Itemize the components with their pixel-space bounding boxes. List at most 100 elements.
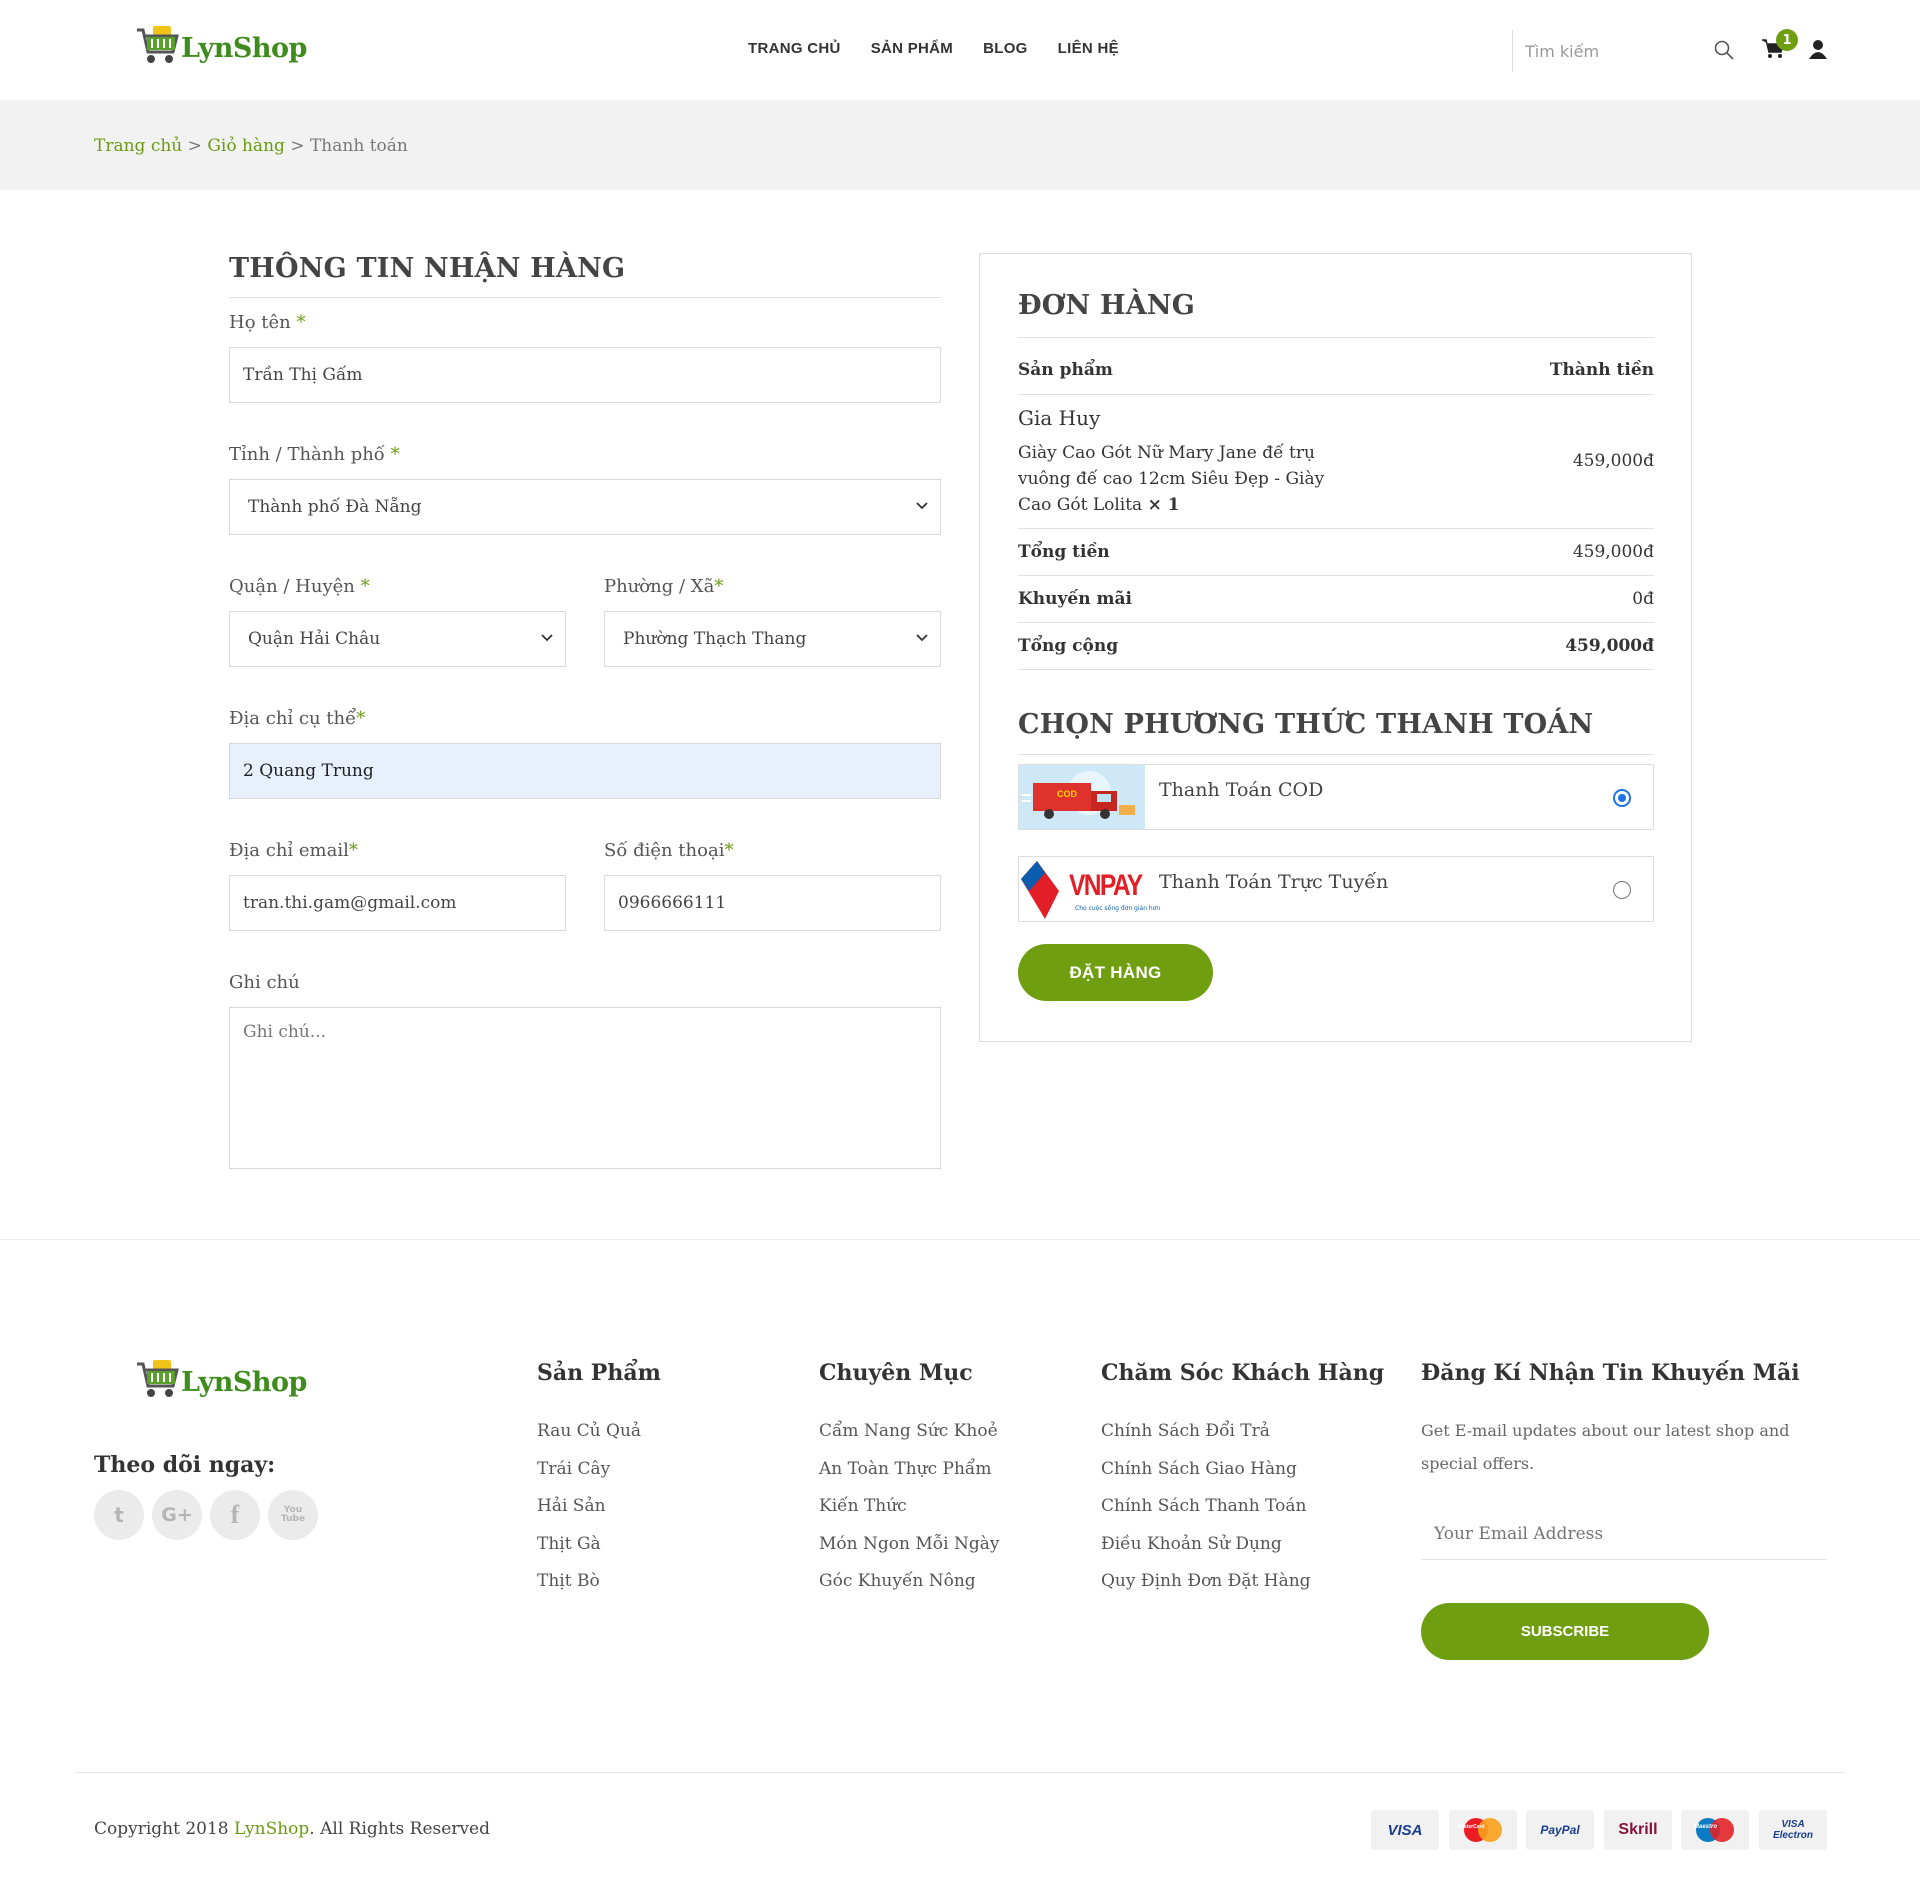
mastercard-icon: MasterCard (1449, 1810, 1517, 1850)
email-label: Địa chỉ email* (229, 840, 358, 861)
total-label: Tổng cộng (1018, 636, 1119, 656)
footer-link[interactable]: Hải Sản (537, 1488, 641, 1526)
vnpay-logo: VNPAY Cho cuộc sống đơn giản hơn (1019, 857, 1160, 921)
city-label: Tỉnh / Thành phố * (229, 444, 400, 465)
footer-link[interactable]: Chính Sách Giao Hàng (1101, 1451, 1311, 1489)
site-header: LynShop TRANG CHỦ SẢN PHẨM BLOG LIÊN HỆ … (0, 0, 1920, 100)
footer-link[interactable]: Chính Sách Đổi Trả (1101, 1413, 1311, 1451)
nav-blog[interactable]: BLOG (983, 40, 1028, 57)
phone-field[interactable]: 0966666111 (604, 875, 941, 931)
footer-link[interactable]: Góc Khuyến Nông (819, 1563, 999, 1601)
visa-electron-icon: VISA Electron (1759, 1810, 1827, 1850)
name-field[interactable]: Trần Thị Gấm (229, 347, 941, 403)
footer-col2-title: Chuyên Mục (819, 1360, 973, 1386)
item-price: 459,000đ (1572, 451, 1654, 471)
footer-link[interactable]: Thịt Bò (537, 1563, 641, 1601)
customer-name: Gia Huy (1018, 406, 1101, 430)
name-label: Họ tên * (229, 312, 306, 333)
nav-contact[interactable]: LIÊN HỆ (1058, 40, 1119, 57)
payment-online-label: Thanh Toán Trực Tuyến (1159, 871, 1389, 893)
footer-link[interactable]: Điều Khoản Sử Dụng (1101, 1526, 1311, 1564)
footer-link[interactable]: Chính Sách Thanh Toán (1101, 1488, 1311, 1526)
footer-logo[interactable]: LynShop (135, 1358, 307, 1398)
youtube-icon[interactable]: You Tube (268, 1490, 318, 1540)
breadcrumb-sep: > (182, 136, 208, 156)
address-label: Địa chỉ cụ thể* (229, 708, 366, 729)
paypal-icon: PayPal (1526, 1810, 1594, 1850)
copyright-brand-link[interactable]: LynShop (234, 1819, 309, 1839)
ward-select[interactable]: Phường Thạch Thang (604, 611, 941, 667)
cod-truck-icon: COD (1019, 765, 1145, 829)
search-icon[interactable] (1714, 40, 1734, 65)
copyright: Copyright 2018 LynShop. All Rights Reser… (94, 1819, 491, 1839)
google-plus-icon[interactable]: G+ (152, 1490, 202, 1540)
main-nav: TRANG CHỦ SẢN PHẨM BLOG LIÊN HỆ (748, 40, 1119, 57)
item-description: Giày Cao Gót Nữ Mary Jane đế trụ vuông đ… (1018, 443, 1325, 515)
shipping-title: THÔNG TIN NHẬN HÀNG (229, 253, 626, 284)
footer-link[interactable]: Quy Định Đơn Đặt Hàng (1101, 1563, 1311, 1601)
chevron-down-icon (916, 502, 928, 510)
newsletter-email-input[interactable] (1421, 1508, 1827, 1560)
note-textarea[interactable] (229, 1007, 941, 1169)
breadcrumb: Trang chủ > Giỏ hàng > Thanh toán (94, 136, 408, 156)
maestro-icon: Maestro (1681, 1810, 1749, 1850)
footer-divider (0, 1239, 1920, 1240)
col-product-header: Sản phẩm (1018, 360, 1113, 380)
discount-value: 0đ (1632, 589, 1654, 609)
title-divider (229, 297, 941, 298)
payment-online-radio[interactable] (1613, 881, 1631, 899)
logo-cart-icon (135, 24, 179, 64)
divider (1018, 528, 1654, 529)
vnpay-tagline: Cho cuộc sống đơn giản hơn (1075, 905, 1161, 912)
chevron-down-icon (541, 634, 553, 642)
nav-home[interactable]: TRANG CHỦ (748, 40, 841, 57)
cart-count-badge: 1 (1776, 29, 1798, 51)
twitter-icon[interactable]: t (94, 1490, 144, 1540)
divider (1018, 622, 1654, 623)
breadcrumb-cart[interactable]: Giỏ hàng (207, 136, 285, 156)
follow-title: Theo dõi ngay: (94, 1452, 276, 1478)
item-qty: × 1 (1147, 495, 1180, 515)
divider (1018, 754, 1654, 755)
footer-link[interactable]: Rau Củ Quả (537, 1413, 641, 1451)
divider (1018, 669, 1654, 670)
footer-link[interactable]: Món Ngon Mỗi Ngày (819, 1526, 999, 1564)
divider (1018, 394, 1654, 395)
search-input[interactable] (1513, 30, 1693, 72)
city-select[interactable]: Thành phố Đà Nẵng (229, 479, 941, 535)
col-total-header: Thành tiền (1549, 360, 1654, 380)
cod-badge: COD (1057, 789, 1077, 799)
district-select[interactable]: Quận Hải Châu (229, 611, 566, 667)
divider (1018, 575, 1654, 576)
user-icon[interactable] (1809, 39, 1827, 64)
footer-link[interactable]: An Toàn Thực Phẩm (819, 1451, 999, 1489)
site-logo[interactable]: LynShop (135, 24, 307, 64)
footer-link[interactable]: Trái Cây (537, 1451, 641, 1489)
footer-col3-title: Chăm Sóc Khách Hàng (1101, 1360, 1385, 1386)
email-field[interactable]: tran.thi.gam@gmail.com (229, 875, 566, 931)
place-order-button[interactable]: ĐẶT HÀNG (1018, 944, 1213, 1001)
breadcrumb-home[interactable]: Trang chủ (94, 136, 182, 156)
copyright-divider (76, 1772, 1844, 1773)
subscribe-button[interactable]: SUBSCRIBE (1421, 1603, 1709, 1660)
breadcrumb-current: Thanh toán (309, 136, 408, 156)
nav-products[interactable]: SẢN PHẨM (871, 40, 953, 57)
footer-link[interactable]: Kiến Thức (819, 1488, 999, 1526)
payment-cod-label: Thanh Toán COD (1159, 779, 1324, 801)
facebook-icon[interactable]: f (210, 1490, 260, 1540)
address-field[interactable]: 2 Quang Trung (229, 743, 941, 799)
logo-text: LynShop (181, 33, 307, 64)
payment-option-online[interactable]: VNPAY Cho cuộc sống đơn giản hơn Thanh T… (1018, 856, 1654, 922)
divider (1018, 337, 1654, 338)
order-title: ĐƠN HÀNG (1018, 290, 1195, 321)
payment-option-cod[interactable]: COD Thanh Toán COD (1018, 764, 1654, 830)
logo-cart-icon (135, 1358, 179, 1398)
subtotal-value: 459,000đ (1572, 542, 1654, 562)
newsletter-text: Get E-mail updates about our latest shop… (1421, 1421, 1790, 1473)
footer-link[interactable]: Cẩm Nang Sức Khoẻ (819, 1413, 999, 1451)
logo-text: LynShop (181, 1367, 307, 1398)
payment-cod-radio[interactable] (1613, 789, 1631, 807)
footer-link[interactable]: Thịt Gà (537, 1526, 641, 1564)
footer-col1-title: Sản Phẩm (537, 1360, 661, 1386)
subtotal-label: Tổng tiền (1018, 542, 1110, 562)
